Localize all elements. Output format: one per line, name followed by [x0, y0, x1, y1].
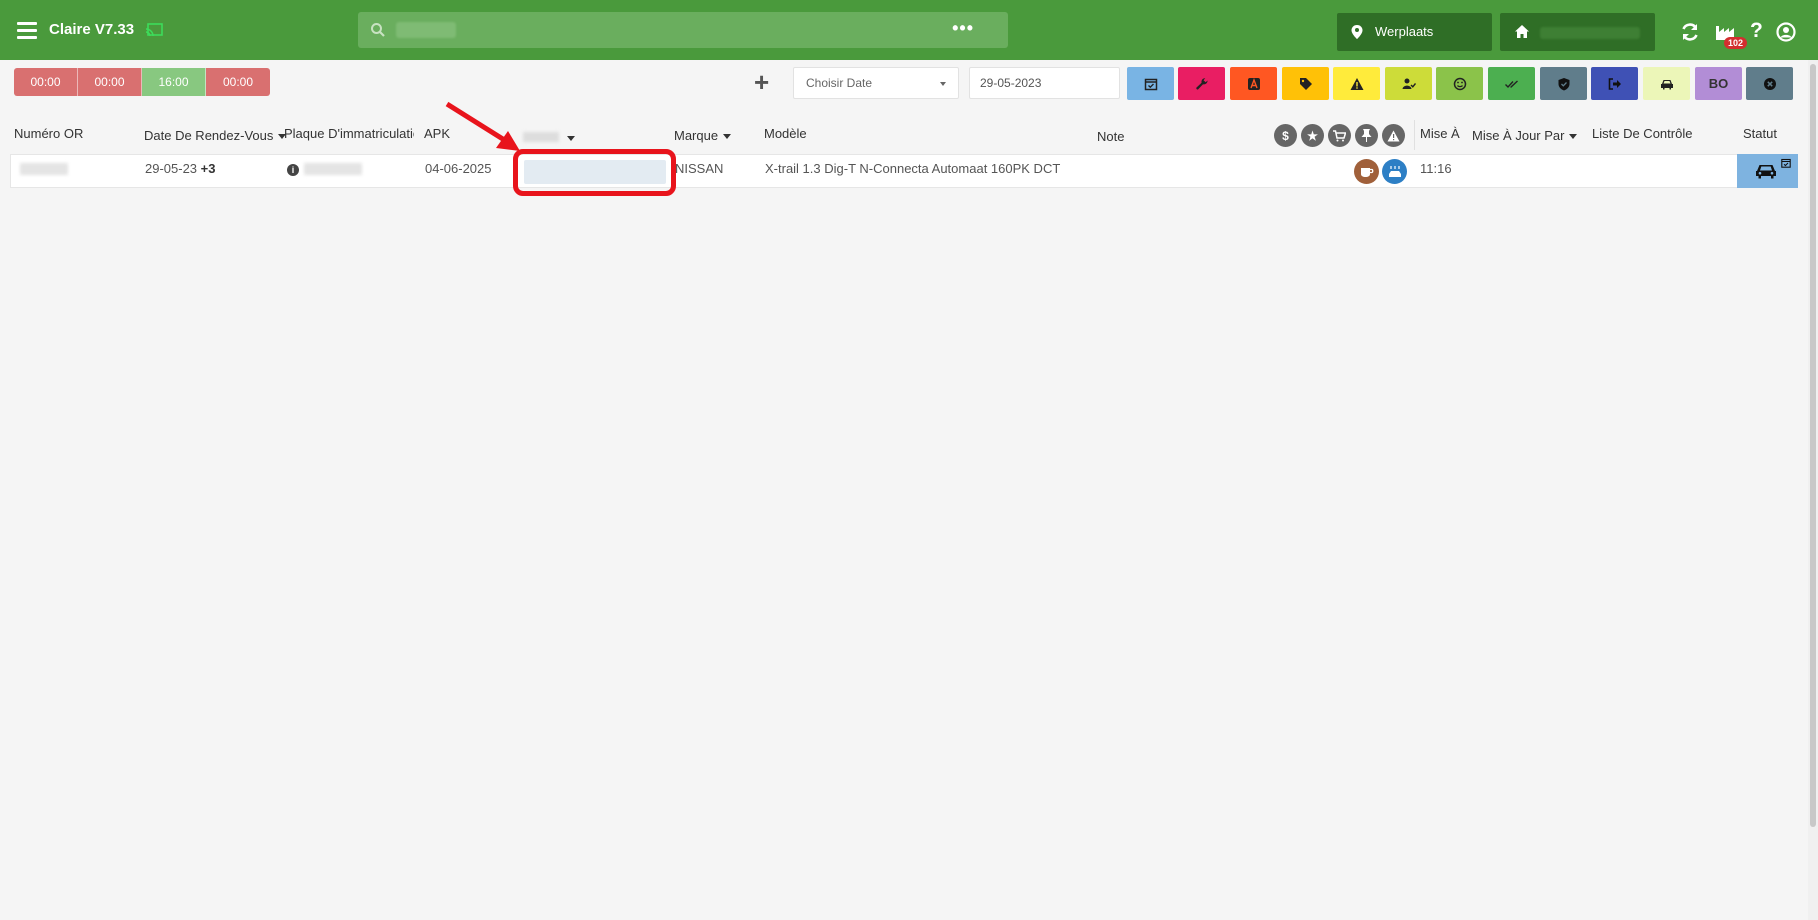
column-header-redacted: [523, 132, 559, 142]
scrollbar-thumb[interactable]: [1810, 64, 1816, 827]
row-marque: NISSAN: [675, 161, 724, 176]
date-value: 29-05-2023: [980, 76, 1042, 90]
refresh-icon[interactable]: [1680, 22, 1700, 42]
map-pin-icon: [1351, 25, 1363, 39]
location-selector[interactable]: Werplaats: [1337, 13, 1492, 51]
bo-filter-button[interactable]: BO: [1695, 67, 1742, 100]
sort-caret-icon: [567, 136, 575, 142]
coffee-icon[interactable]: [1354, 159, 1379, 184]
shield-check-icon: [1558, 77, 1569, 90]
search-value-redacted: [396, 22, 456, 38]
sign-out-filter-button[interactable]: [1591, 67, 1638, 100]
row-time: 11:16: [1420, 161, 1452, 176]
column-header-modele[interactable]: Modèle: [764, 126, 807, 141]
wrench-icon: [1195, 77, 1208, 90]
car-icon: [1660, 79, 1673, 89]
date-select-dropdown[interactable]: Choisir Date: [793, 67, 959, 99]
location-label: Werplaats: [1375, 24, 1434, 39]
calendar-check-icon: [1781, 158, 1791, 168]
plaque-redacted: [304, 163, 362, 175]
dollar-icon[interactable]: $: [1274, 124, 1297, 147]
car-filter-button[interactable]: [1643, 67, 1690, 100]
warning-icon[interactable]: [1382, 124, 1405, 147]
bo-label: BO: [1708, 76, 1729, 91]
column-header-date-rdv[interactable]: Date De Rendez-Vous: [144, 128, 287, 143]
more-options-icon[interactable]: •••: [952, 18, 974, 39]
car-wash-icon[interactable]: [1382, 159, 1407, 184]
user-account-icon[interactable]: [1776, 22, 1796, 42]
time-button[interactable]: 00:00: [206, 68, 270, 96]
date-field[interactable]: 29-05-2023: [969, 67, 1120, 99]
sign-out-icon: [1608, 77, 1621, 90]
header-divider: [1414, 120, 1415, 150]
chevron-down-icon: [940, 82, 946, 86]
row-date: 29-05-23 +3: [145, 161, 216, 176]
status-cell[interactable]: [1737, 154, 1798, 188]
home-selector[interactable]: [1500, 13, 1655, 51]
wrench-filter-button[interactable]: [1178, 67, 1225, 100]
double-check-icon: [1504, 79, 1518, 88]
close-circle-icon: [1763, 77, 1776, 90]
date-select-placeholder: Choisir Date: [806, 76, 873, 90]
app-store-filter-button[interactable]: [1230, 67, 1277, 100]
annotation-highlight-box: [513, 149, 676, 196]
time-buttons: 00:00 00:00 16:00 00:00: [14, 68, 270, 96]
column-header-liste-controle[interactable]: Liste De Contrôle: [1592, 126, 1692, 141]
smile-filter-button[interactable]: [1436, 67, 1483, 100]
column-header-mise-a-jour-par[interactable]: Mise À Jour Par: [1472, 128, 1578, 143]
app-letter-icon: [1247, 77, 1260, 90]
column-header-note[interactable]: Note: [1097, 129, 1124, 144]
column-header-plaque[interactable]: Plaque D'immatriculatio: [284, 126, 414, 141]
search-icon: [371, 23, 385, 37]
calendar-check-icon: [1144, 78, 1157, 90]
column-header-redacted-sort[interactable]: [562, 130, 575, 145]
sort-caret-icon: [1569, 134, 1578, 140]
car-icon: [1756, 165, 1776, 179]
warning-filter-button[interactable]: [1333, 67, 1380, 100]
numero-or-redacted: [20, 163, 68, 175]
warning-icon: [1350, 77, 1363, 90]
help-icon[interactable]: ?: [1750, 19, 1770, 42]
home-value-redacted: [1540, 27, 1640, 39]
smile-icon: [1453, 77, 1466, 90]
double-check-filter-button[interactable]: [1488, 67, 1535, 100]
time-button[interactable]: 00:00: [14, 68, 78, 96]
sort-caret-icon: [723, 134, 732, 140]
app-title: Claire V7.33: [49, 21, 135, 38]
column-header-numero-or[interactable]: Numéro OR: [14, 126, 83, 141]
column-header-statut[interactable]: Statut: [1743, 126, 1777, 141]
cast-icon[interactable]: [145, 23, 163, 37]
top-bar: Claire V7.33 ••• Werplaats 102 ?: [0, 0, 1818, 60]
add-button[interactable]: +: [754, 69, 769, 95]
row-apk: 04-06-2025: [425, 161, 492, 176]
column-header-mise-a[interactable]: Mise À: [1420, 126, 1460, 141]
user-check-filter-button[interactable]: [1385, 67, 1432, 100]
shield-filter-button[interactable]: [1540, 67, 1587, 100]
header-icon-group: $ ★: [1274, 124, 1405, 147]
row-modele: X-trail 1.3 Dig-T N-Connecta Automaat 16…: [765, 161, 1061, 176]
home-icon: [1515, 25, 1529, 38]
vertical-scrollbar[interactable]: [1808, 60, 1818, 920]
star-icon[interactable]: ★: [1301, 124, 1324, 147]
cancel-filter-button[interactable]: [1746, 67, 1793, 100]
hamburger-menu-icon[interactable]: [17, 22, 37, 39]
time-button[interactable]: 00:00: [78, 68, 142, 96]
annotation-arrow: [445, 101, 520, 151]
column-header-marque[interactable]: Marque: [674, 128, 732, 143]
search-input[interactable]: •••: [358, 12, 1008, 48]
calendar-check-filter-button[interactable]: [1127, 67, 1174, 100]
user-check-icon: [1402, 78, 1416, 89]
notification-badge: 102: [1724, 37, 1748, 49]
tag-icon: [1299, 77, 1312, 90]
info-icon[interactable]: i: [287, 164, 299, 176]
tag-filter-button[interactable]: [1282, 67, 1329, 100]
time-button[interactable]: 16:00: [142, 68, 206, 96]
cart-icon[interactable]: [1328, 124, 1351, 147]
thumbtack-icon[interactable]: [1355, 124, 1378, 147]
